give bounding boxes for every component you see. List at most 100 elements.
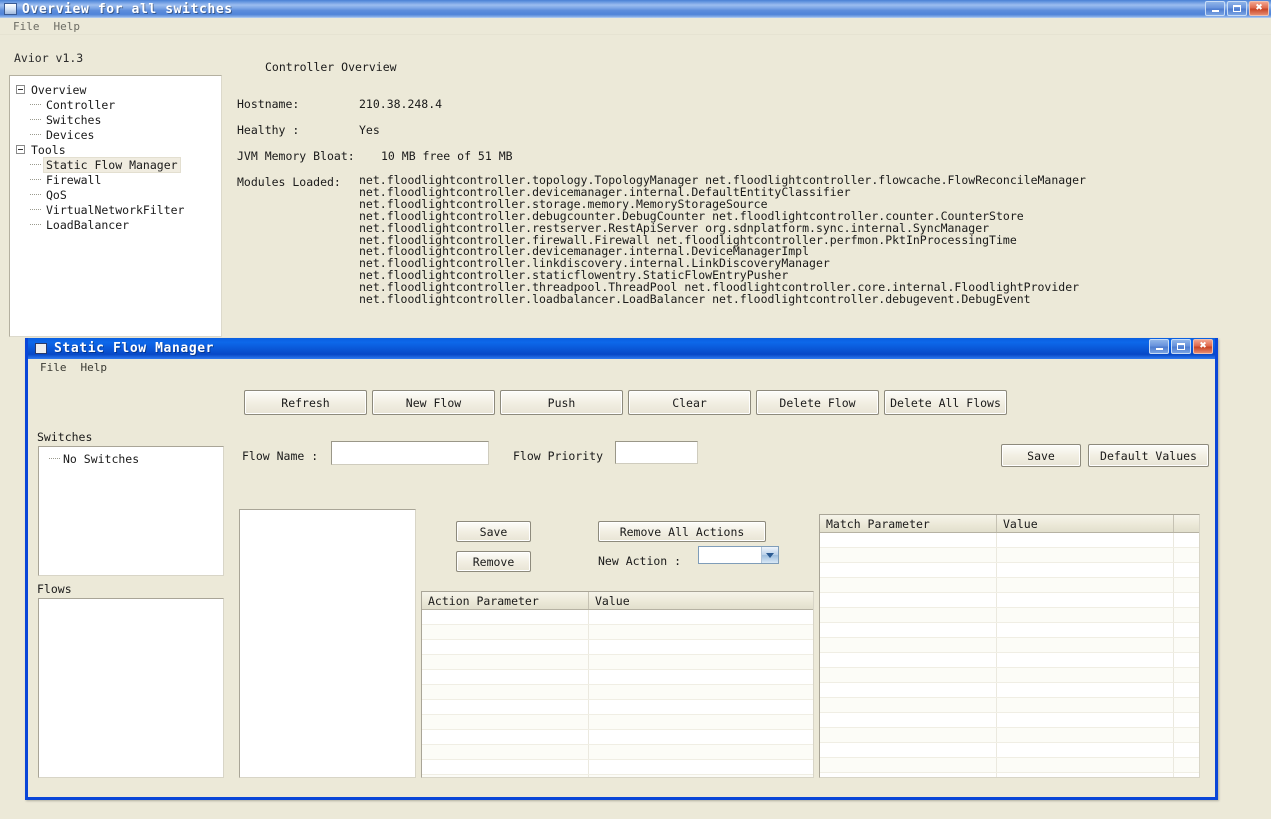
modules-loaded-list: net.floodlightcontroller.topology.Topolo… xyxy=(359,174,1086,306)
default-values-button[interactable]: Default Values xyxy=(1088,444,1209,467)
table-row[interactable] xyxy=(422,610,813,625)
maximize-icon[interactable] xyxy=(1171,339,1191,354)
table-cell xyxy=(820,638,997,652)
save-action-button[interactable]: Save xyxy=(456,521,531,542)
maximize-icon[interactable] xyxy=(1227,1,1247,16)
tree-item-static-flow-manager[interactable]: Static Flow Manager xyxy=(16,156,221,173)
close-icon[interactable]: ✖ xyxy=(1249,1,1269,16)
flow-name-input[interactable] xyxy=(331,441,489,465)
flow-priority-input[interactable] xyxy=(615,441,698,464)
table-row[interactable] xyxy=(820,623,1199,638)
table-row[interactable] xyxy=(820,728,1199,743)
minimize-icon[interactable] xyxy=(1205,1,1225,16)
table-cell xyxy=(422,775,589,777)
column-header-match-extra[interactable] xyxy=(1174,515,1199,532)
column-header-action-parameter[interactable]: Action Parameter xyxy=(422,592,589,609)
table-row[interactable] xyxy=(820,713,1199,728)
chevron-down-icon[interactable] xyxy=(761,547,778,563)
table-row[interactable] xyxy=(422,760,813,775)
table-cell xyxy=(997,758,1174,772)
table-cell xyxy=(820,548,997,562)
table-row[interactable] xyxy=(820,668,1199,683)
table-row[interactable] xyxy=(422,715,813,730)
dialog-menu-item-file[interactable]: File xyxy=(33,360,74,375)
switches-listbox[interactable]: No Switches xyxy=(38,446,224,576)
tree-item-loadbalancer[interactable]: LoadBalancer xyxy=(16,217,221,232)
minimize-icon[interactable] xyxy=(1149,339,1169,354)
window-icon xyxy=(35,343,47,354)
table-row[interactable] xyxy=(422,775,813,777)
menu-item-file[interactable]: File xyxy=(6,19,47,34)
tree-item-label: QoS xyxy=(46,187,67,202)
tree-item-qos[interactable]: QoS xyxy=(16,187,221,202)
table-row[interactable] xyxy=(820,548,1199,563)
action-parameter-table[interactable]: Action Parameter Value xyxy=(421,591,814,778)
tree-item-controller[interactable]: Controller xyxy=(16,97,221,112)
main-titlebar: Overview for all switches ✖ xyxy=(0,0,1271,18)
save-flow-button[interactable]: Save xyxy=(1001,444,1081,467)
table-cell xyxy=(1174,653,1199,667)
toolbar-button-new-flow[interactable]: New Flow xyxy=(372,390,495,415)
table-cell xyxy=(1174,623,1199,637)
table-row[interactable] xyxy=(820,563,1199,578)
table-row[interactable] xyxy=(820,638,1199,653)
table-cell xyxy=(997,743,1174,757)
toolbar-button-delete-flow[interactable]: Delete Flow xyxy=(756,390,879,415)
table-row[interactable] xyxy=(422,670,813,685)
match-table-body xyxy=(820,533,1199,777)
table-row[interactable] xyxy=(820,593,1199,608)
table-cell xyxy=(820,698,997,712)
table-row[interactable] xyxy=(422,640,813,655)
column-header-action-value[interactable]: Value xyxy=(589,592,813,609)
new-action-select[interactable] xyxy=(698,546,779,564)
table-row[interactable] xyxy=(820,758,1199,773)
tree-item-label: Devices xyxy=(46,127,95,142)
table-row[interactable] xyxy=(820,608,1199,623)
dialog-menu-item-help[interactable]: Help xyxy=(74,360,115,375)
toolbar-button-delete-all-flows[interactable]: Delete All Flows xyxy=(884,390,1007,415)
main-menubar: File Help xyxy=(0,18,1271,35)
collapse-icon[interactable] xyxy=(16,85,25,94)
tree-stub-icon xyxy=(30,134,41,135)
dialog-title: Static Flow Manager xyxy=(54,341,215,356)
table-row[interactable] xyxy=(422,655,813,670)
table-row[interactable] xyxy=(820,653,1199,668)
table-cell xyxy=(422,745,589,759)
table-row[interactable] xyxy=(820,578,1199,593)
remove-action-button[interactable]: Remove xyxy=(456,551,531,572)
tree-item-overview[interactable]: Overview xyxy=(16,82,221,97)
tree-item-switches[interactable]: Switches xyxy=(16,112,221,127)
column-header-match-value[interactable]: Value xyxy=(997,515,1174,532)
table-row[interactable] xyxy=(820,533,1199,548)
table-row[interactable] xyxy=(422,700,813,715)
close-icon[interactable]: ✖ xyxy=(1193,339,1213,354)
table-cell xyxy=(422,760,589,774)
remove-all-actions-button[interactable]: Remove All Actions xyxy=(598,521,766,542)
table-row[interactable] xyxy=(820,773,1199,777)
list-item[interactable]: No Switches xyxy=(39,451,223,466)
table-row[interactable] xyxy=(422,730,813,745)
toolbar-button-push[interactable]: Push xyxy=(500,390,623,415)
tree-item-tools[interactable]: Tools xyxy=(16,142,221,157)
table-cell xyxy=(589,775,813,777)
column-header-match-parameter[interactable]: Match Parameter xyxy=(820,515,997,532)
toolbar-button-refresh[interactable]: Refresh xyxy=(244,390,367,415)
flows-listbox[interactable] xyxy=(38,598,224,778)
tree-item-firewall[interactable]: Firewall xyxy=(16,172,221,187)
toolbar-button-clear[interactable]: Clear xyxy=(628,390,751,415)
tree-stub-icon xyxy=(30,104,41,105)
match-parameter-table[interactable]: Match Parameter Value xyxy=(819,514,1200,778)
table-row[interactable] xyxy=(422,685,813,700)
menu-item-help[interactable]: Help xyxy=(47,19,88,34)
collapse-icon[interactable] xyxy=(16,145,25,154)
table-row[interactable] xyxy=(422,745,813,760)
tree-item-label: Switches xyxy=(46,112,102,127)
table-row[interactable] xyxy=(820,683,1199,698)
table-cell xyxy=(997,533,1174,547)
tree-item-devices[interactable]: Devices xyxy=(16,127,221,142)
table-row[interactable] xyxy=(820,743,1199,758)
tree-item-virtualnetworkfilter[interactable]: VirtualNetworkFilter xyxy=(16,202,221,217)
table-row[interactable] xyxy=(820,698,1199,713)
table-row[interactable] xyxy=(422,625,813,640)
table-cell xyxy=(422,700,589,714)
